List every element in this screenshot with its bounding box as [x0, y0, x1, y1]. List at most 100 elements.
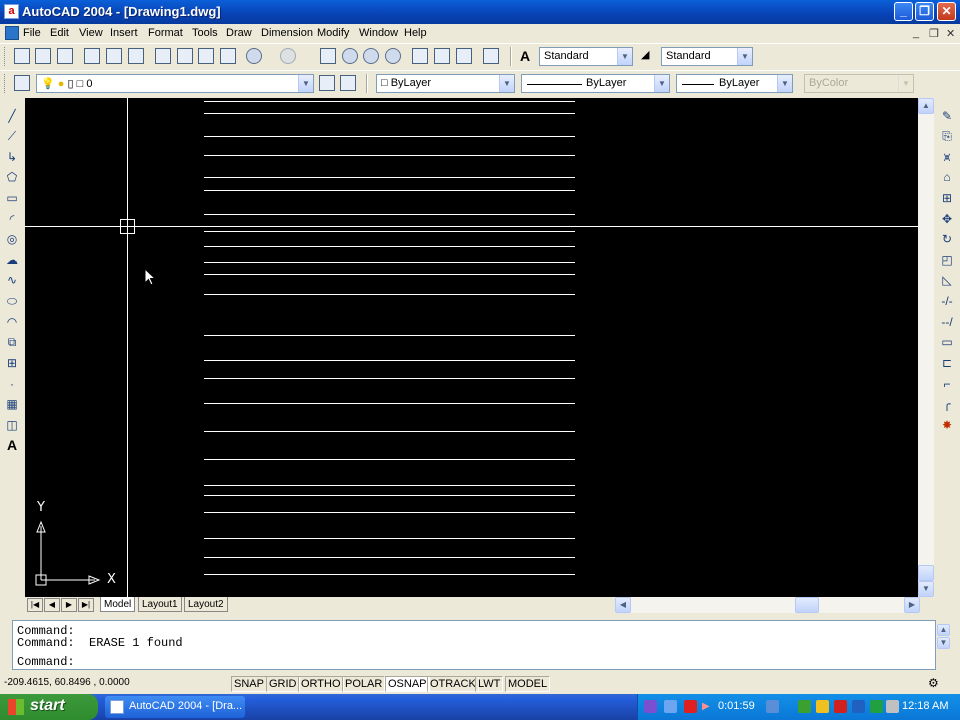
last-tab-icon[interactable]: ▶| [78, 598, 94, 612]
drawn-line[interactable] [204, 557, 575, 558]
update-icon[interactable] [870, 700, 883, 713]
rotate-icon[interactable]: ↻ [939, 232, 955, 246]
doc-close-button[interactable]: ✕ [946, 27, 955, 40]
construction-line-icon[interactable]: ⟋ [4, 129, 20, 143]
horizontal-scrollbar[interactable]: ◀ ▶ [615, 597, 920, 613]
polyline-icon[interactable]: ↳ [4, 150, 20, 164]
scroll-down-icon[interactable]: ▼ [918, 581, 934, 597]
drawing-area[interactable]: Y X [25, 98, 918, 597]
drawn-line[interactable] [204, 378, 575, 379]
drawn-line[interactable] [204, 495, 575, 496]
copy-icon[interactable]: ⎘ [939, 129, 955, 143]
insert-block-icon[interactable]: ⧉ [4, 335, 20, 349]
model-toggle[interactable]: MODEL [505, 676, 551, 692]
multiline-text-icon[interactable]: A [4, 438, 20, 452]
extend-icon[interactable]: --/ [939, 315, 955, 329]
menu-format[interactable]: Format [148, 27, 183, 39]
menu-window[interactable]: Window [359, 27, 398, 39]
rectangle-icon[interactable]: ▭ [4, 191, 20, 205]
linetype-select[interactable]: ByLayer ▼ [521, 74, 670, 93]
erase-icon[interactable]: ✎ [939, 109, 955, 123]
tray-app-icon[interactable] [766, 700, 779, 713]
publish-icon[interactable] [128, 48, 144, 64]
play-icon[interactable]: ▶ [702, 700, 715, 713]
region-icon[interactable]: ◫ [4, 418, 20, 432]
drawn-line[interactable] [204, 538, 575, 539]
communication-center-icon[interactable]: ⚙ [928, 676, 939, 690]
next-tab-icon[interactable]: ▶ [61, 598, 77, 612]
fillet-icon[interactable]: ╭ [939, 397, 955, 411]
stop-icon[interactable] [684, 700, 697, 713]
drawn-line[interactable] [204, 512, 575, 513]
line-icon[interactable]: ╱ [4, 109, 20, 123]
design-center-icon[interactable] [434, 48, 450, 64]
cmd-scroll-up-icon[interactable]: ▲ [937, 624, 950, 636]
taskbar-autocad-button[interactable]: AutoCAD 2004 - [Dra... [105, 696, 245, 718]
color-select[interactable]: □ ByLayer ▼ [376, 74, 515, 93]
polar-toggle[interactable]: POLAR [342, 676, 386, 692]
match-properties-icon[interactable] [220, 48, 236, 64]
cut-icon[interactable] [155, 48, 171, 64]
snap-toggle[interactable]: SNAP [231, 676, 267, 692]
close-button[interactable]: ✕ [937, 2, 956, 21]
scale-icon[interactable]: ◰ [939, 253, 955, 267]
battery-icon[interactable] [798, 700, 811, 713]
tab-model[interactable]: Model [100, 597, 136, 612]
layer-manager-icon[interactable] [14, 75, 30, 91]
document-icon[interactable] [5, 26, 19, 40]
polygon-icon[interactable]: ⬠ [4, 170, 20, 184]
chevron-down-icon[interactable]: ▼ [499, 75, 514, 92]
prev-tab-icon[interactable]: ◀ [44, 598, 60, 612]
open-icon[interactable] [35, 48, 51, 64]
toolbar-grip[interactable] [4, 74, 7, 93]
drawn-line[interactable] [204, 190, 575, 191]
properties-icon[interactable] [412, 48, 428, 64]
cmd-scroll-down-icon[interactable]: ▼ [937, 637, 950, 649]
drawn-line[interactable] [204, 214, 575, 215]
pause-icon[interactable] [664, 700, 677, 713]
scroll-left-icon[interactable]: ◀ [615, 597, 631, 613]
make-object-layer-current-icon[interactable] [319, 75, 335, 91]
arc-icon[interactable]: ◜ [4, 212, 20, 226]
command-window[interactable]: Command: Command: ERASE 1 found Command:… [12, 620, 950, 670]
start-button[interactable]: start [0, 694, 98, 720]
circle-icon[interactable]: ◎ [4, 232, 20, 246]
zoom-previous-icon[interactable] [385, 48, 401, 64]
spline-icon[interactable]: ∿ [4, 273, 20, 287]
otrack-toggle[interactable]: OTRACK [427, 676, 479, 692]
coordinate-readout[interactable]: -209.4615, 60.8496 , 0.0000 [4, 677, 130, 688]
trim-icon[interactable]: -/- [939, 294, 955, 308]
scroll-thumb[interactable] [918, 565, 934, 581]
drawn-line[interactable] [204, 136, 575, 137]
toolbar-grip[interactable] [4, 47, 7, 66]
autocad-app-icon[interactable]: a [4, 4, 19, 19]
menu-draw[interactable]: Draw [226, 27, 252, 39]
revision-cloud-icon[interactable]: ☁ [4, 253, 20, 267]
copy-clip-icon[interactable] [177, 48, 193, 64]
move-icon[interactable]: ✥ [939, 212, 955, 226]
dim-style-select[interactable]: Standard ▼ [661, 47, 753, 66]
first-tab-icon[interactable]: |◀ [27, 598, 43, 612]
menu-view[interactable]: View [79, 27, 103, 39]
drawn-line[interactable] [204, 431, 575, 432]
redo-icon[interactable] [280, 48, 296, 64]
lwt-toggle[interactable]: LWT [475, 676, 504, 692]
save-icon[interactable] [57, 48, 73, 64]
plot-icon[interactable] [84, 48, 100, 64]
menu-modify[interactable]: Modify [317, 27, 349, 39]
chevron-down-icon[interactable]: ▼ [654, 75, 669, 92]
undo-icon[interactable] [246, 48, 262, 64]
menu-insert[interactable]: Insert [110, 27, 138, 39]
hscroll-thumb[interactable] [795, 597, 819, 613]
dim-style-icon[interactable]: ◢ [641, 48, 657, 64]
grid-toggle[interactable]: GRID [266, 676, 300, 692]
minimize-button[interactable]: _ [894, 2, 913, 21]
scroll-up-icon[interactable]: ▲ [918, 98, 934, 114]
drawn-line[interactable] [204, 485, 575, 486]
tab-layout2[interactable]: Layout2 [184, 597, 228, 612]
paste-icon[interactable] [198, 48, 214, 64]
drawn-line[interactable] [204, 274, 575, 275]
command-prompt[interactable]: Command: [17, 655, 75, 669]
break-at-point-icon[interactable]: ▭ [939, 335, 955, 349]
new-icon[interactable] [14, 48, 30, 64]
